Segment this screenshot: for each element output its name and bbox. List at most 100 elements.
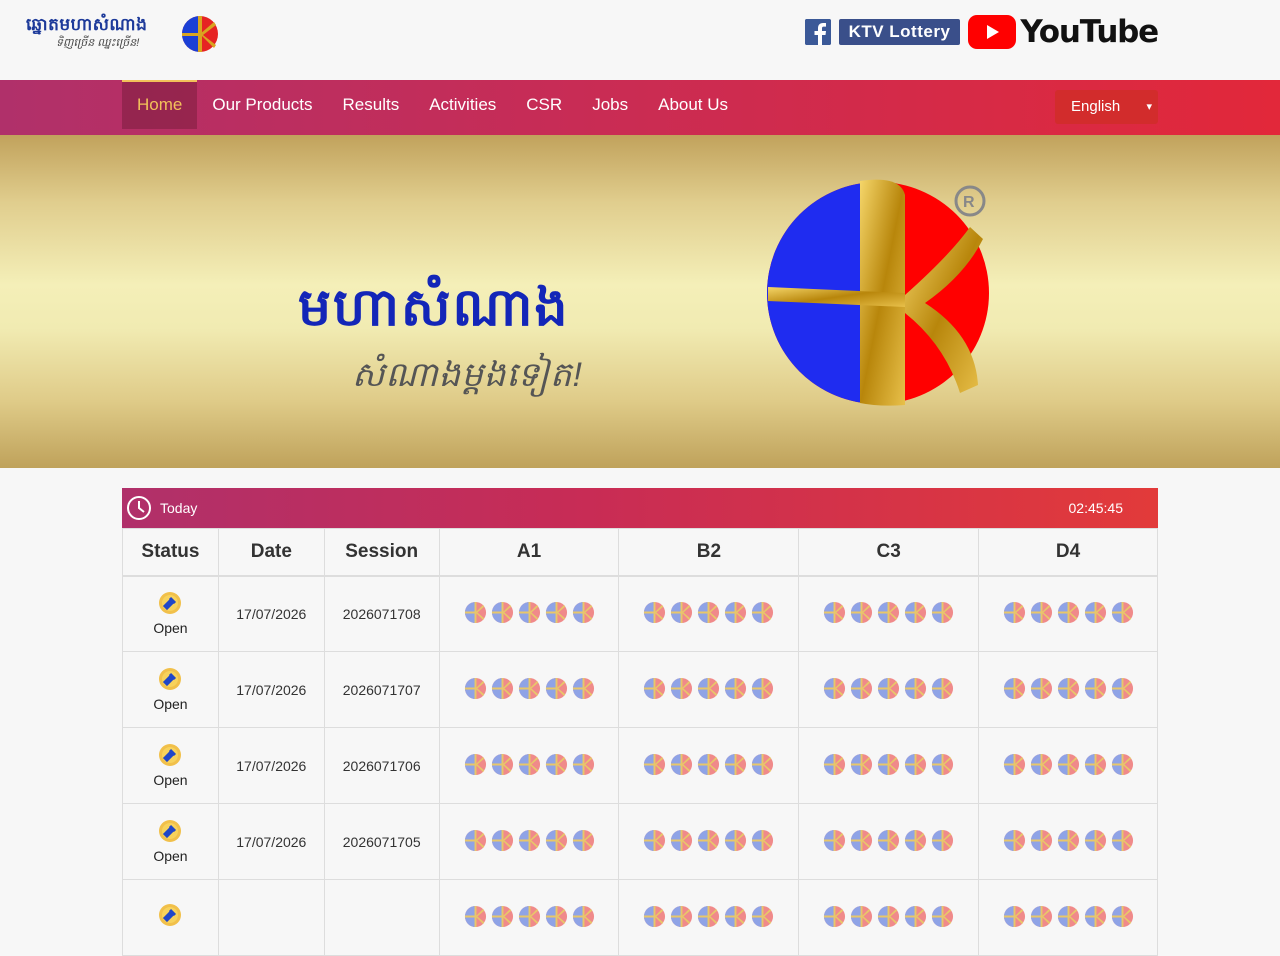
date-cell: 17/07/2026 <box>217 727 325 804</box>
session-cell: 2026071708 <box>323 575 440 652</box>
table-row[interactable] <box>122 879 1158 956</box>
nav-results[interactable]: Results <box>328 80 415 129</box>
nav-our-products[interactable]: Our Products <box>197 80 327 129</box>
lottery-ball-icon <box>823 905 846 931</box>
lottery-ball-icon <box>518 601 541 627</box>
nav-menu: Home Our Products Results Activities CSR… <box>122 80 743 135</box>
nav-jobs[interactable]: Jobs <box>577 80 643 129</box>
lottery-ball-icon <box>724 601 747 627</box>
lottery-ball-icon <box>823 601 846 627</box>
hero-banner: មហាសំណាង សំណាងម្តងទៀត! R <box>0 135 1280 468</box>
date-cell: 17/07/2026 <box>217 803 325 880</box>
lottery-ball-icon <box>724 905 747 931</box>
session-cell: 2026071705 <box>323 803 440 880</box>
result-b2-cell <box>618 651 800 728</box>
language-select[interactable]: English ▾ <box>1055 90 1158 124</box>
lottery-ball-icon <box>643 753 666 779</box>
results-panel: Today 02:45:45 Status Date Session A1 B2… <box>122 488 1158 956</box>
lottery-ball-icon <box>751 753 774 779</box>
lottery-ball-icon <box>1084 677 1107 703</box>
youtube-link[interactable]: YouTube <box>968 14 1159 50</box>
lottery-ball-icon <box>1003 753 1026 779</box>
status-cell <box>122 879 219 956</box>
lottery-ball-icon <box>724 829 747 855</box>
lottery-ball-icon <box>545 601 568 627</box>
lottery-ball-icon <box>931 829 954 855</box>
session-cell: 2026071706 <box>323 727 440 804</box>
lottery-ball-icon <box>518 829 541 855</box>
result-d4-cell <box>978 651 1158 728</box>
lottery-ball-icon <box>545 905 568 931</box>
results-table: Status Date Session A1 B2 C3 D4 Open 17/0… <box>122 528 1158 956</box>
lottery-ball-icon <box>670 829 693 855</box>
table-row[interactable]: Open 17/07/2026 2026071708 <box>122 575 1158 652</box>
status-label: Open <box>153 620 188 637</box>
lottery-ball-icon <box>1111 905 1134 931</box>
svg-text:R: R <box>963 194 975 211</box>
lottery-ball-icon <box>643 905 666 931</box>
lottery-ball-icon <box>491 829 514 855</box>
result-c3-cell <box>798 727 980 804</box>
facebook-icon[interactable] <box>804 19 831 45</box>
status-label: Open <box>153 848 188 864</box>
lottery-ball-icon <box>877 829 900 855</box>
lottery-ball-icon <box>877 677 900 703</box>
gavel-icon <box>158 903 182 930</box>
table-row[interactable]: Open 17/07/2026 2026071705 <box>122 803 1158 880</box>
lottery-ball-icon <box>518 753 541 779</box>
nav-about-us[interactable]: About Us <box>643 80 743 129</box>
nav-csr[interactable]: CSR <box>511 80 577 129</box>
result-a1-cell <box>438 803 620 880</box>
column-date: Date <box>217 528 325 577</box>
lottery-ball-icon <box>464 601 487 627</box>
lottery-ball-icon <box>823 753 846 779</box>
results-today-label: Today <box>160 500 198 516</box>
lottery-ball-icon <box>518 905 541 931</box>
result-c3-cell <box>798 803 980 880</box>
column-c3: C3 <box>798 528 980 577</box>
lottery-ball-icon <box>670 905 693 931</box>
banner-ball-icon: R <box>767 179 989 406</box>
lottery-ball-icon <box>1057 601 1080 627</box>
lottery-ball-icon <box>1111 677 1134 703</box>
lottery-ball-icon <box>850 601 873 627</box>
result-a1-cell <box>438 727 620 804</box>
lottery-ball-icon <box>697 905 720 931</box>
column-a1: A1 <box>438 528 620 577</box>
lottery-ball-icon <box>1111 829 1134 855</box>
nav-activities[interactable]: Activities <box>414 80 511 129</box>
youtube-wordmark: YouTube <box>1020 14 1159 50</box>
results-header: Today 02:45:45 <box>122 488 1158 528</box>
date-cell: 17/07/2026 <box>217 651 325 728</box>
lottery-ball-icon <box>1084 829 1107 855</box>
lottery-ball-icon <box>670 753 693 779</box>
top-bar: ឆ្នោតមហាសំណាង ទិញច្រើន ឈ្នះច្រើន! KTV Lo… <box>0 0 1280 80</box>
lottery-ball-icon <box>724 677 747 703</box>
lottery-ball-icon <box>1111 753 1134 779</box>
table-row[interactable]: Open 17/07/2026 2026071707 <box>122 651 1158 728</box>
result-c3-cell <box>798 651 980 728</box>
result-a1-cell <box>438 879 620 956</box>
status-cell: Open <box>122 651 219 728</box>
lottery-ball-icon <box>1030 829 1053 855</box>
table-row[interactable]: Open 17/07/2026 2026071706 <box>122 727 1158 804</box>
lottery-ball-icon <box>1030 601 1053 627</box>
gavel-icon <box>158 819 182 846</box>
lottery-ball-icon <box>1111 601 1134 627</box>
lottery-ball-icon <box>904 601 927 627</box>
result-b2-cell <box>618 803 800 880</box>
logo-slogan: ទិញច្រើន ឈ្នះច្រើន! <box>56 37 140 49</box>
lottery-ball-icon <box>931 677 954 703</box>
nav-home[interactable]: Home <box>122 80 198 129</box>
ktv-lottery-link[interactable]: KTV Lottery <box>838 19 961 45</box>
lottery-ball-icon <box>1084 905 1107 931</box>
lottery-ball-icon <box>1003 829 1026 855</box>
lottery-ball-icon <box>464 753 487 779</box>
lottery-ball-icon <box>1030 905 1053 931</box>
lottery-ball-icon <box>491 905 514 931</box>
site-logo[interactable]: ឆ្នោតមហាសំណាង ទិញច្រើន ឈ្នះច្រើន! <box>26 14 218 54</box>
lottery-ball-icon <box>1084 753 1107 779</box>
gavel-icon <box>158 743 182 770</box>
result-c3-cell <box>798 575 980 652</box>
lottery-ball-icon <box>823 829 846 855</box>
